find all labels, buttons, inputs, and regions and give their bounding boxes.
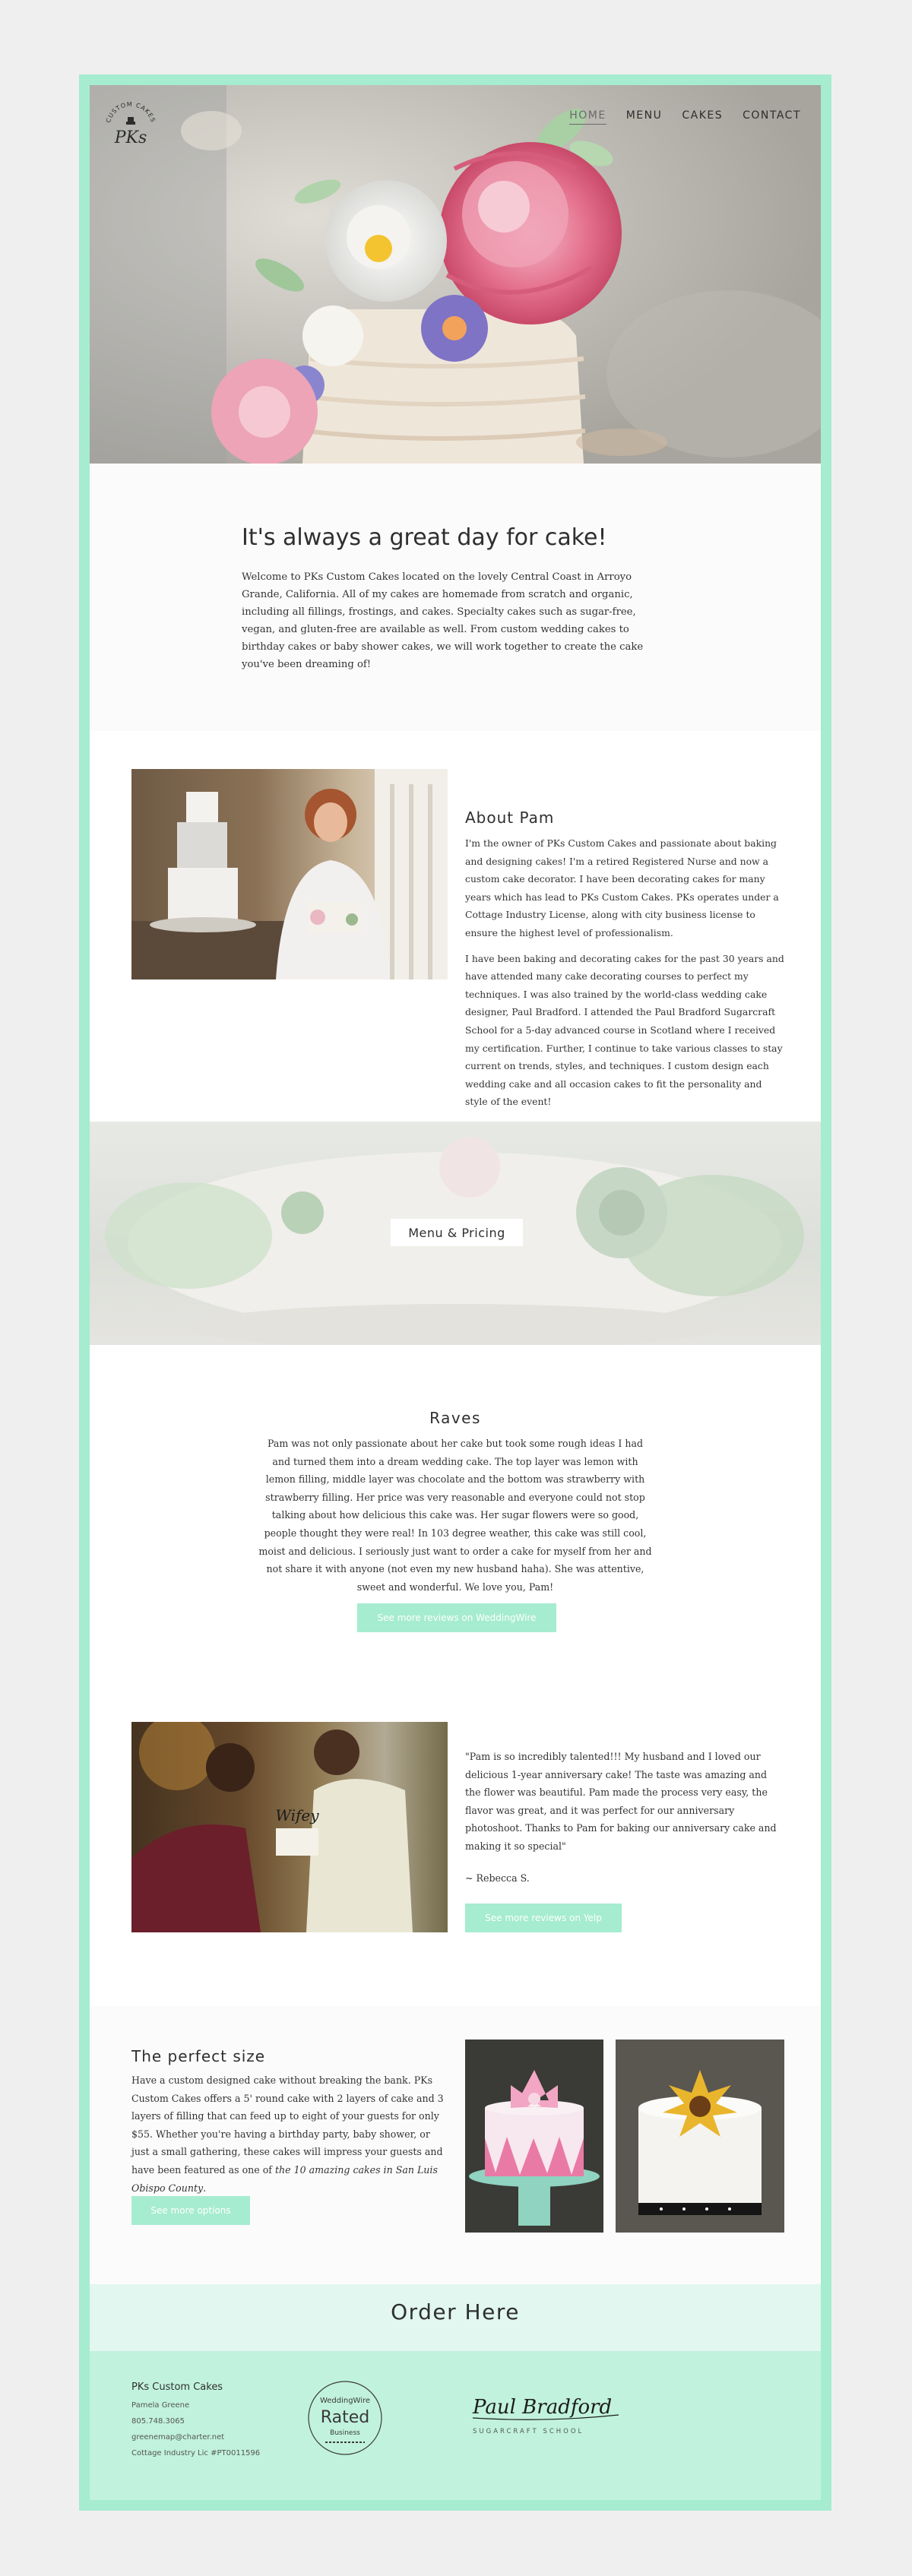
cake-photo-sunflower — [616, 2040, 784, 2233]
raves-heading: Raves — [429, 1409, 481, 1427]
perfect-size-section: The perfect size Have a custom designed … — [90, 2006, 821, 2284]
logo-monogram: PKs — [114, 128, 147, 147]
svg-text:Business: Business — [330, 2429, 360, 2437]
about-paragraph-1: I'm the owner of PKs Custom Cakes and pa… — [465, 837, 779, 938]
footer: PKs Custom Cakes Pamela Greene 805.748.3… — [90, 2351, 821, 2500]
nav-cakes[interactable]: CAKES — [682, 109, 723, 125]
weddingwire-rated-badge[interactable]: WeddingWire Rated Business — [306, 2378, 385, 2457]
main-nav: HOME MENU CAKES CONTACT — [569, 109, 801, 125]
intro-heading: It's always a great day for cake! — [242, 524, 607, 551]
cake-photo-pink — [465, 2040, 603, 2233]
svg-text:Rated: Rated — [321, 2408, 369, 2427]
raves-section: Raves Pam was not only passionate about … — [90, 1345, 821, 1619]
logo[interactable]: CUSTOM CAKES PKs — [99, 94, 163, 158]
nav-contact[interactable]: CONTACT — [743, 109, 801, 125]
perfect-body: Have a custom designed cake without brea… — [131, 2074, 444, 2194]
about-heading: About Pam — [465, 809, 555, 827]
intro-body: Welcome to PKs Custom Cakes located on t… — [242, 571, 644, 670]
footer-business-name: PKs Custom Cakes — [131, 2381, 223, 2393]
about-photo — [131, 769, 448, 979]
review2-author: ~ Rebecca S. — [465, 1872, 530, 1884]
menu-banner: Menu & Pricing — [90, 1122, 821, 1345]
nav-home[interactable]: HOME — [569, 109, 606, 125]
hero-banner: CUSTOM CAKES PKs HOME MENU CAKES CONTACT — [90, 85, 821, 464]
weddingwire-reviews-button[interactable]: See more reviews on WeddingWire — [357, 1603, 556, 1632]
raves-quote: Pam was not only passionate about her ca… — [258, 1438, 652, 1593]
couple-photo: Wifey — [131, 1722, 448, 1932]
order-band[interactable]: Order Here — [90, 2284, 821, 2351]
footer-email[interactable]: greenemap@charter.net — [131, 2429, 260, 2445]
page-content: CUSTOM CAKES PKs HOME MENU CAKES CONTACT… — [90, 85, 821, 2500]
review-section: "Pam is so incredibly talented!!! My hus… — [465, 1748, 784, 1933]
about-section: About Pam I'm the owner of PKs Custom Ca… — [465, 809, 784, 1119]
menu-pricing-button[interactable]: Menu & Pricing — [391, 1219, 523, 1246]
perfect-heading: The perfect size — [131, 2047, 266, 2065]
page-frame: CUSTOM CAKES PKs HOME MENU CAKES CONTACT… — [79, 74, 831, 2511]
footer-license: Cottage Industry Lic #PT0011596 — [131, 2449, 261, 2457]
paul-bradford-logo[interactable]: Paul Bradford SUGARCRAFT SCHOOL — [470, 2386, 622, 2439]
svg-text:WeddingWire: WeddingWire — [320, 2397, 370, 2405]
nav-menu[interactable]: MENU — [626, 109, 663, 125]
footer-phone[interactable]: 805.748.3065 — [131, 2413, 260, 2429]
svg-text:SUGARCRAFT SCHOOL: SUGARCRAFT SCHOOL — [473, 2428, 584, 2435]
cake-topper-text: Wifey — [275, 1806, 319, 1824]
yelp-reviews-button[interactable]: See more reviews on Yelp — [465, 1904, 622, 1933]
hero-cake-image — [90, 85, 821, 464]
see-more-options-button[interactable]: See more options — [131, 2196, 250, 2225]
review2-quote: "Pam is so incredibly talented!!! My hus… — [465, 1751, 777, 1852]
svg-text:Paul Bradford: Paul Bradford — [472, 2396, 612, 2419]
order-heading[interactable]: Order Here — [391, 2299, 520, 2324]
about-paragraph-2: I have been baking and decorating cakes … — [465, 952, 784, 1108]
footer-contact: PKs Custom Cakes Pamela Greene 805.748.3… — [131, 2381, 260, 2461]
intro-section: It's always a great day for cake! Welcom… — [90, 464, 821, 731]
footer-owner: Pamela Greene — [131, 2401, 190, 2410]
